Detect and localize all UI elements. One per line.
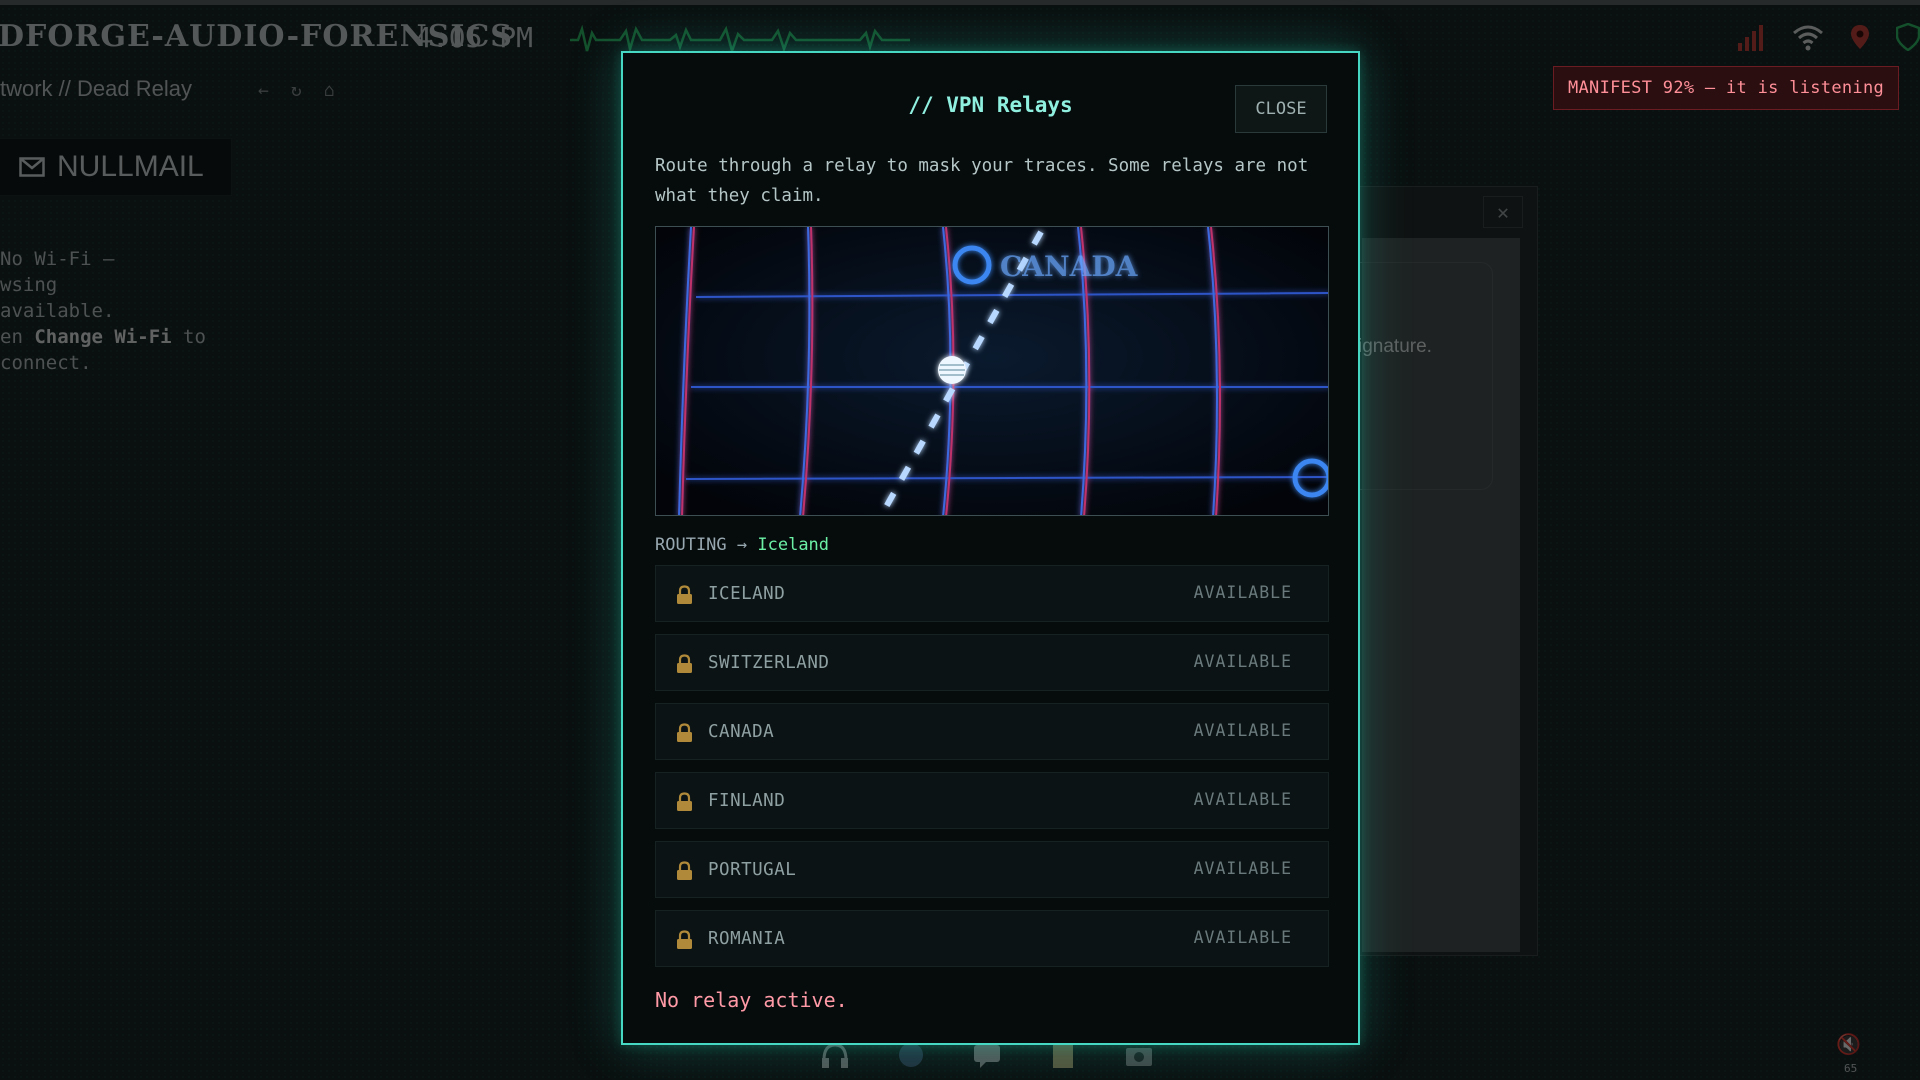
wifi-icon[interactable] [1792,23,1824,51]
relay-name: SWITZERLAND [708,653,830,673]
vpn-relays-modal: // VPN Relays CLOSE Route through a rela… [621,51,1360,1045]
volume-value: 65 [1844,1062,1858,1075]
routing-label: ROUTING → [655,535,748,555]
wifi-notice: No Wi-Fi — wsing available. en Change Wi… [0,246,240,376]
relay-name: FINLAND [708,791,786,811]
routing-indicator: ROUTING → Iceland [655,535,829,555]
browser-address[interactable]: twork // Dead Relay [0,76,192,102]
signal-icon[interactable] [1736,23,1766,51]
manifest-notification: MANIFEST 92% — it is listening [1553,66,1899,110]
lock-icon [677,585,692,604]
relay-list: ICELAND AVAILABLE SWITZERLAND AVAILABLE CANA… [655,565,1329,979]
mail-icon [19,157,45,177]
relay-map-graphic: CANADA [656,227,1328,515]
modal-description: Route through a relay to mask your trace… [655,156,1309,206]
home-icon[interactable]: ⌂ [324,80,335,101]
lock-icon [677,930,692,949]
relay-status: AVAILABLE [1193,721,1292,740]
nullmail-label: NULLMAIL [57,150,204,183]
relay-row-finland[interactable]: FINLAND AVAILABLE [655,772,1329,829]
lock-icon [677,654,692,673]
background-window-card [1350,262,1493,490]
relay-name: ICELAND [708,584,786,604]
lock-icon [677,861,692,880]
browser-nav: ← ↻ ⌂ [258,80,335,101]
relay-status: AVAILABLE [1193,652,1292,671]
lock-icon [677,723,692,742]
relay-row-portugal[interactable]: PORTUGAL AVAILABLE [655,841,1329,898]
reload-icon[interactable]: ↻ [291,80,302,101]
mute-icon[interactable]: 🔇 [1836,1032,1861,1056]
back-icon[interactable]: ← [258,80,269,101]
clock: 4:05 PM [400,17,549,59]
shield-icon[interactable] [1896,23,1920,51]
routing-target: Iceland [757,535,830,555]
background-window-close-icon[interactable]: ✕ [1483,196,1523,228]
relay-status: AVAILABLE [1193,928,1292,947]
relay-row-romania[interactable]: ROMANIA AVAILABLE [655,910,1329,967]
relay-name: CANADA [708,722,775,742]
relay-status: AVAILABLE [1193,583,1292,602]
relay-row-canada[interactable]: CANADA AVAILABLE [655,703,1329,760]
map-label-canada: CANADA [1000,250,1139,283]
lock-icon [677,792,692,811]
relay-row-switzerland[interactable]: SWITZERLAND AVAILABLE [655,634,1329,691]
relay-name: ROMANIA [708,929,786,949]
relay-status: AVAILABLE [1193,859,1292,878]
change-wifi-link[interactable]: Change Wi-Fi [34,326,171,348]
relay-status: AVAILABLE [1193,790,1292,809]
system-tray [1736,23,1920,51]
relay-map: CANADA [655,226,1329,516]
relay-status-message: No relay active. [655,988,848,1012]
background-window-text: ignature. [1358,336,1432,357]
location-pin-icon[interactable] [1850,24,1870,50]
relay-name: PORTUGAL [708,860,797,880]
nullmail-button[interactable]: NULLMAIL [0,138,232,196]
relay-row-iceland[interactable]: ICELAND AVAILABLE [655,565,1329,622]
close-button[interactable]: CLOSE [1235,85,1327,133]
